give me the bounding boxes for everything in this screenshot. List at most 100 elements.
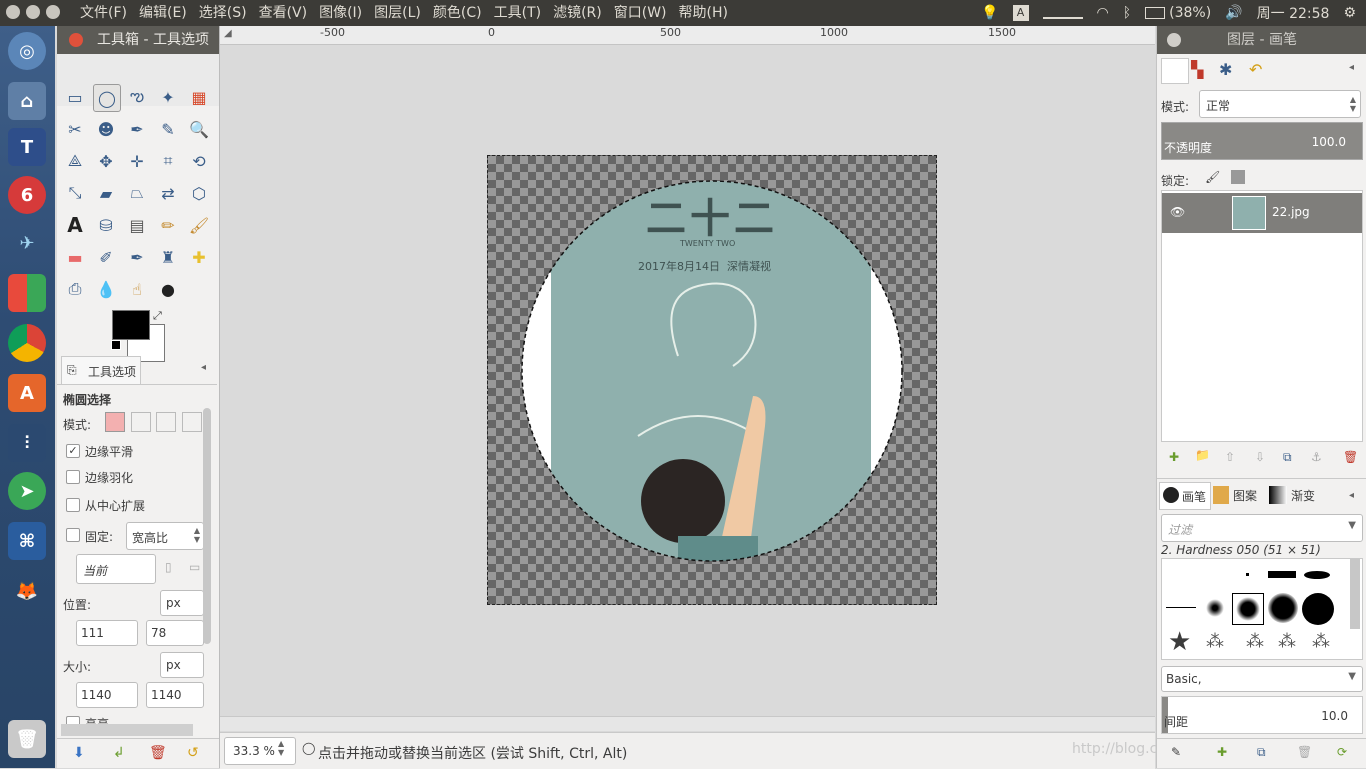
spacing-slider[interactable]: 间距 10.0 (1161, 696, 1363, 734)
crop-icon[interactable]: ⌗ (155, 148, 181, 174)
lock-pixels-icon[interactable]: 🖌 (1205, 170, 1220, 184)
tab-menu-icon[interactable]: ◂ (201, 362, 206, 373)
move-icon[interactable]: ✥ (93, 148, 119, 174)
menu-image[interactable]: 图像(I) (313, 0, 368, 26)
close-icon[interactable] (69, 33, 83, 47)
close-window-dot[interactable] (6, 5, 20, 19)
menu-tools[interactable]: 工具(T) (488, 0, 547, 26)
size-h-field[interactable]: 1140 (146, 682, 204, 708)
new-brush-icon[interactable]: ✚ (1217, 745, 1227, 759)
bird-app-icon[interactable]: ✈ (8, 224, 46, 262)
eye-icon[interactable]: 👁 (1170, 205, 1185, 219)
foreground-color-swatch[interactable] (112, 310, 150, 340)
lasso-icon[interactable]: ఌ (124, 84, 150, 110)
horizontal-ruler[interactable]: -500 0 500 1000 1500 ◢ (220, 26, 1155, 45)
gimp-icon[interactable]: 🦊 (8, 572, 46, 610)
lightbulb-icon[interactable]: 💡 (981, 5, 998, 21)
software-center-icon[interactable]: A (8, 374, 46, 412)
heal-icon[interactable]: ✚ (186, 244, 212, 270)
paths-tab-icon[interactable]: ✱ (1219, 60, 1232, 79)
brush-texture-3[interactable]: ⁂ (1278, 631, 1296, 652)
paintbrush-icon[interactable]: 🖌 (186, 212, 212, 238)
eraser-icon[interactable]: ▬ (62, 244, 88, 270)
pos-y-field[interactable]: 78 (146, 620, 204, 646)
brush-soft-small[interactable] (1206, 599, 1224, 617)
undo-history-tab-icon[interactable]: ↶ (1249, 60, 1262, 79)
expand-center-checkbox[interactable] (66, 498, 80, 512)
fixed-select[interactable]: 宽高比 ▲ ▼ (126, 522, 204, 550)
menu-help[interactable]: 帮助(H) (673, 0, 734, 26)
lower-layer-icon[interactable]: ⇩ (1255, 450, 1265, 464)
canvas-hscrollbar[interactable] (220, 716, 1155, 731)
pencil-icon[interactable]: ✏ (155, 212, 181, 238)
mode-add-icon[interactable] (131, 412, 151, 432)
scale-icon[interactable]: ⤡ (62, 180, 88, 206)
delete-options-icon[interactable]: 🗑 (149, 745, 167, 761)
brushes-tab[interactable]: 画笔 (1159, 482, 1211, 510)
menu-file[interactable]: 文件(F) (74, 0, 133, 26)
size-w-field[interactable]: 1140 (76, 682, 138, 708)
portrait-icon[interactable]: ▯ (165, 560, 172, 574)
blur-icon[interactable]: 💧 (93, 276, 119, 302)
layers-tab-icon[interactable] (1161, 58, 1189, 84)
menu-layer[interactable]: 图层(L) (368, 0, 427, 26)
text-editor-icon[interactable]: T (8, 128, 46, 166)
dash-icon[interactable]: ◎ (8, 32, 46, 70)
new-layer-icon[interactable]: ✚ (1169, 450, 1179, 464)
menu-colors[interactable]: 颜色(C) (427, 0, 488, 26)
trash-icon[interactable]: 🗑 (8, 720, 46, 758)
brush-pixel[interactable] (1246, 573, 1249, 576)
zoom-icon[interactable]: 🔍 (186, 116, 212, 142)
pos-x-field[interactable]: 111 (76, 620, 138, 646)
rotate-icon[interactable]: ⟲ (186, 148, 212, 174)
raise-layer-icon[interactable]: ⇧ (1225, 450, 1235, 464)
tab-menu-icon[interactable]: ◂ (1349, 62, 1354, 73)
bucket-fill-icon[interactable]: ⛁ (93, 212, 119, 238)
menu-windows[interactable]: 窗口(W) (608, 0, 673, 26)
shear-icon[interactable]: ▰ (93, 180, 119, 206)
menu-edit[interactable]: 编辑(E) (133, 0, 193, 26)
cage-transform-icon[interactable]: ⬡ (186, 180, 212, 206)
opacity-slider[interactable]: 不透明度 100.0 (1161, 122, 1363, 160)
flip-icon[interactable]: ⇄ (155, 180, 181, 206)
blend-icon[interactable]: ▤ (124, 212, 150, 238)
close-icon[interactable] (1167, 33, 1181, 47)
position-unit-select[interactable]: px (160, 590, 204, 616)
brush-texture-1[interactable]: ⁂ (1206, 631, 1224, 652)
fixed-checkbox[interactable] (66, 528, 80, 542)
app-grid-icon[interactable] (8, 274, 46, 312)
clock[interactable]: 周一 22:58 (1257, 3, 1330, 23)
home-folder-icon[interactable]: ⌂ (8, 82, 46, 120)
brush-line[interactable] (1166, 607, 1196, 608)
rect-select-icon[interactable]: ▭ (62, 84, 88, 110)
anchor-layer-icon[interactable]: ⚓ (1311, 450, 1322, 464)
maximize-window-dot[interactable] (46, 5, 60, 19)
swap-colors-icon[interactable]: ⤢ (153, 309, 162, 323)
text-tool-icon[interactable]: A (62, 212, 88, 238)
brush-grid-scrollbar[interactable] (1350, 559, 1360, 629)
network-graph-icon[interactable] (1042, 7, 1083, 19)
brush-selected[interactable] (1232, 593, 1264, 625)
brush-tag-field[interactable]: Basic, ▼ (1161, 666, 1363, 692)
ellipse-select-icon[interactable]: ◯ (93, 84, 121, 112)
clone-icon[interactable]: ♜ (155, 244, 181, 270)
brush-texture-4[interactable]: ⁂ (1312, 631, 1330, 652)
navigate-corner-icon[interactable]: ◢ (224, 28, 232, 39)
options-hscroll[interactable] (61, 724, 193, 736)
menu-select[interactable]: 选择(S) (193, 0, 253, 26)
zoom-spinner-icon[interactable]: ▲ ▼ (278, 739, 284, 757)
minimize-window-dot[interactable] (26, 5, 40, 19)
chrome-icon[interactable] (8, 324, 46, 362)
color-select-icon[interactable]: ▦ (186, 84, 212, 110)
perspective-clone-icon[interactable]: ⎙ (62, 276, 88, 302)
size-unit-select[interactable]: px (160, 652, 204, 678)
layer-row[interactable]: 👁 22.jpg (1162, 193, 1362, 233)
vscode-icon[interactable]: ⌘ (8, 522, 46, 560)
menu-filters[interactable]: 滤镜(R) (547, 0, 608, 26)
zoom-field[interactable]: 33.3 % (224, 737, 296, 765)
music-player-icon[interactable]: 6 (8, 176, 46, 214)
restore-options-icon[interactable]: ↲ (113, 745, 125, 761)
perspective-icon[interactable]: ⏢ (124, 180, 150, 206)
send-app-icon[interactable]: ➤ (8, 472, 46, 510)
equalizer-icon[interactable]: ⫶ (8, 424, 46, 462)
